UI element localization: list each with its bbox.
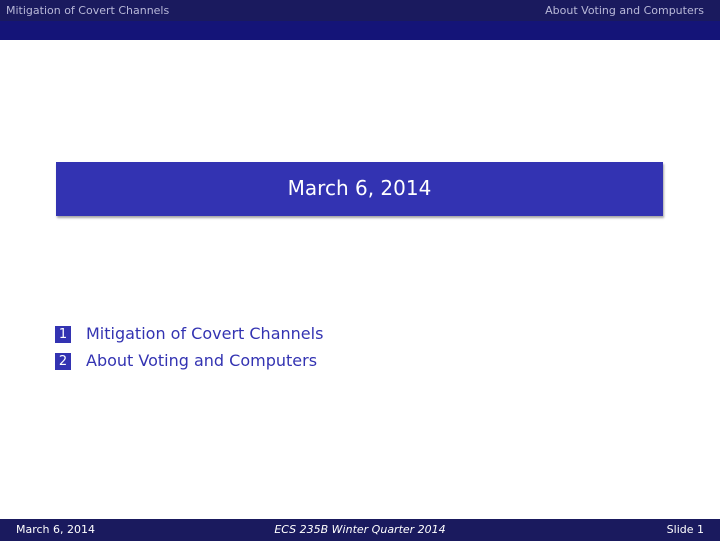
nav-section-voting[interactable]: About Voting and Computers (545, 0, 704, 21)
toc-item-label: Mitigation of Covert Channels (86, 324, 324, 343)
header-subbar (0, 21, 720, 40)
section-navigation-bar: Mitigation of Covert Channels About Voti… (0, 0, 720, 21)
footer-date: March 6, 2014 (16, 523, 96, 536)
toc-item-label: About Voting and Computers (86, 351, 318, 370)
title-block: March 6, 2014 (56, 162, 663, 216)
footer-course: ECS 235B Winter Quarter 2014 (274, 523, 446, 536)
toc-number-badge: 1 (55, 326, 71, 343)
slide-title: March 6, 2014 (287, 176, 432, 200)
footer-slide-number: Slide 1 (666, 523, 704, 536)
footer-bar: ECS 235B Winter Quarter 2014 March 6, 20… (0, 519, 720, 541)
toc-number-badge: 2 (55, 353, 71, 370)
nav-section-mitigation[interactable]: Mitigation of Covert Channels (6, 0, 169, 21)
